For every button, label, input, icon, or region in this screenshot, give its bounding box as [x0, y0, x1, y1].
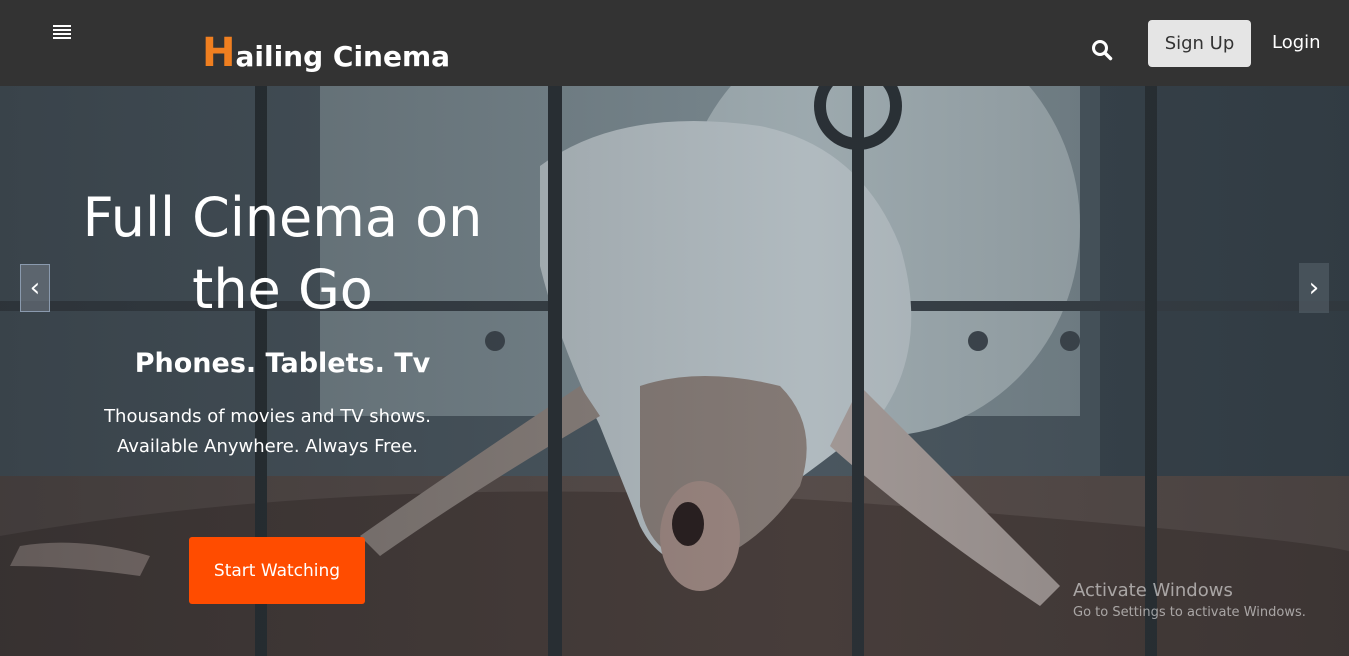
brand-name: ailing Cinema [235, 40, 451, 73]
activate-windows-subtitle: Go to Settings to activate Windows. [1073, 605, 1306, 620]
activate-windows-title: Activate Windows [1073, 580, 1233, 601]
carousel-next-arrow-icon[interactable]: › [1299, 263, 1329, 313]
top-navbar: Hailing Cinema Sign Up Login [0, 0, 1349, 86]
login-link[interactable]: Login [1272, 32, 1321, 53]
hero-title: Full Cinema on the Go [82, 186, 483, 321]
hero-description-line-1: Thousands of movies and TV shows. [104, 406, 431, 427]
hero-carousel: Full Cinema on the Go Phones. Tablets. T… [0, 86, 1349, 656]
hero-description: Thousands of movies and TV shows. Availa… [60, 402, 475, 462]
search-icon[interactable] [1090, 38, 1114, 62]
brand-initial: H [202, 30, 236, 76]
start-watching-button[interactable]: Start Watching [189, 537, 365, 604]
carousel-prev-arrow-icon[interactable]: ‹ [20, 264, 50, 312]
brand-logo[interactable]: Hailing Cinema [202, 30, 450, 76]
sign-up-button[interactable]: Sign Up [1148, 20, 1251, 67]
hamburger-menu-icon[interactable] [53, 25, 71, 41]
hero-description-line-2: Available Anywhere. Always Free. [116, 436, 419, 457]
hero-subtitle: Phones. Tablets. Tv [134, 348, 431, 379]
